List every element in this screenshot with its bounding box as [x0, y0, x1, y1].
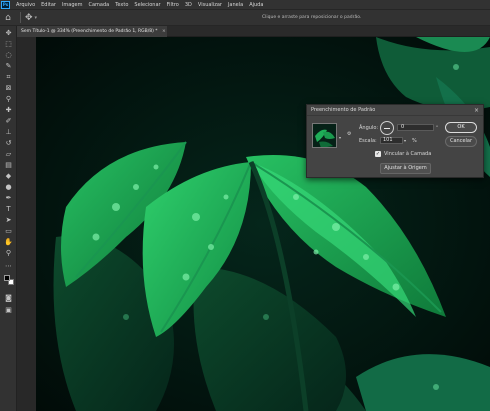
healing-brush-tool-icon[interactable]: ✚ — [3, 106, 14, 115]
pattern-fill-dialog: Preenchimento de Padrão × ▾ ⚙ Ângulo: 0 … — [306, 104, 484, 178]
brush-tool-icon[interactable]: ✐ — [3, 117, 14, 126]
angle-label: Ângulo: — [359, 125, 379, 131]
leaf-photo — [36, 37, 490, 411]
document-tab-title: Sem Título-1 @ 334% (Preenchimento de Pa… — [21, 29, 158, 34]
scale-label: Escala: — [359, 138, 377, 144]
options-divider — [20, 12, 21, 23]
tools-panel: ✥ ⬚ ◌ ✎ ⌗ ⊠ ⚲ ✚ ✐ ⊥ ↺ ▱ ▤ ◆ ● ✒ T ➤ ▭ ✋ … — [0, 26, 17, 411]
scale-unit: % — [412, 138, 417, 144]
menu-3d[interactable]: 3D — [182, 2, 195, 8]
zoom-tool-icon[interactable]: ⚲ — [3, 249, 14, 258]
screen-mode-icon[interactable]: ▣ — [3, 306, 14, 315]
marquee-tool-icon[interactable]: ⬚ — [3, 40, 14, 49]
pen-tool-icon[interactable]: ✒ — [3, 194, 14, 203]
move-tool-icon[interactable]: ✥ — [3, 29, 14, 38]
frame-tool-icon[interactable]: ⊠ — [3, 84, 14, 93]
color-swatches-icon[interactable] — [3, 275, 14, 287]
blur-tool-icon[interactable]: ◆ — [3, 172, 14, 181]
close-icon[interactable]: × — [474, 105, 479, 116]
gear-icon[interactable]: ⚙ — [347, 131, 351, 137]
chevron-down-icon[interactable]: ▾ — [404, 138, 406, 143]
menu-arquivo[interactable]: Arquivo — [13, 2, 38, 8]
angle-input[interactable]: 0 — [397, 124, 434, 131]
menu-selecionar[interactable]: Selecionar — [131, 2, 163, 8]
snap-to-origin-button[interactable]: Ajustar à Origem — [380, 163, 431, 174]
quick-select-tool-icon[interactable]: ✎ — [3, 62, 14, 71]
more-tools-icon[interactable]: ⋯ — [3, 262, 14, 271]
quick-mask-icon[interactable]: ◙ — [3, 294, 14, 303]
hand-tool-icon[interactable]: ✋ — [3, 238, 14, 247]
pattern-thumbnail — [313, 124, 336, 147]
menu-janela[interactable]: Janela — [225, 2, 246, 8]
crop-tool-icon[interactable]: ⌗ — [3, 73, 14, 82]
options-bar: ⌂ ✥ ▾ Clique e arraste para reposicionar… — [0, 9, 490, 26]
history-brush-tool-icon[interactable]: ↺ — [3, 139, 14, 148]
pattern-picker-swatch[interactable] — [312, 123, 337, 148]
gradient-tool-icon[interactable]: ▤ — [3, 161, 14, 170]
document-canvas[interactable] — [36, 37, 490, 411]
eraser-tool-icon[interactable]: ▱ — [3, 150, 14, 159]
chevron-down-icon[interactable]: ▾ — [35, 15, 38, 21]
menu-imagem[interactable]: Imagem — [59, 2, 86, 8]
ok-button[interactable]: OK — [445, 122, 477, 133]
cancel-button[interactable]: Cancelar — [445, 136, 477, 147]
path-select-tool-icon[interactable]: ➤ — [3, 216, 14, 225]
menu-ajuda[interactable]: Ajuda — [246, 2, 266, 8]
menu-filtro[interactable]: Filtro — [164, 2, 182, 8]
options-hint: Clique e arraste para reposicionar o pad… — [262, 15, 362, 20]
angle-unit: ° — [436, 125, 438, 130]
menu-editar[interactable]: Editar — [38, 2, 59, 8]
dialog-titlebar[interactable]: Preenchimento de Padrão × — [307, 105, 483, 116]
dodge-tool-icon[interactable]: ● — [3, 183, 14, 192]
document-tab-bar: Sem Título-1 @ 334% (Preenchimento de Pa… — [17, 26, 490, 37]
dialog-title: Preenchimento de Padrão — [311, 107, 376, 113]
lasso-tool-icon[interactable]: ◌ — [3, 51, 14, 60]
menu-visualizar[interactable]: Visualizar — [195, 2, 225, 8]
scale-input[interactable]: 101 — [380, 137, 403, 144]
link-with-layer-checkbox[interactable]: ✓ — [375, 151, 381, 157]
rectangle-tool-icon[interactable]: ▭ — [3, 227, 14, 236]
menu-bar: Ps Arquivo Editar Imagem Camada Texto Se… — [0, 0, 490, 9]
close-icon[interactable]: × — [162, 29, 166, 34]
photoshop-window: Ps Arquivo Editar Imagem Camada Texto Se… — [0, 0, 490, 411]
menu-camada[interactable]: Camada — [85, 2, 112, 8]
move-icon[interactable]: ✥ — [25, 13, 33, 23]
home-icon[interactable]: ⌂ — [0, 13, 16, 23]
angle-dial[interactable] — [380, 121, 394, 135]
document-tab[interactable]: Sem Título-1 @ 334% (Preenchimento de Pa… — [17, 26, 167, 37]
link-with-layer-label: Vincular à Camada — [384, 151, 432, 157]
foreground-color-swatch[interactable] — [4, 275, 10, 281]
chevron-down-icon[interactable]: ▾ — [339, 135, 341, 140]
clone-stamp-tool-icon[interactable]: ⊥ — [3, 128, 14, 137]
canvas-area — [17, 37, 490, 411]
app-logo: Ps — [1, 0, 10, 9]
type-tool-icon[interactable]: T — [3, 205, 14, 214]
menu-texto[interactable]: Texto — [112, 2, 131, 8]
eyedropper-tool-icon[interactable]: ⚲ — [3, 95, 14, 104]
